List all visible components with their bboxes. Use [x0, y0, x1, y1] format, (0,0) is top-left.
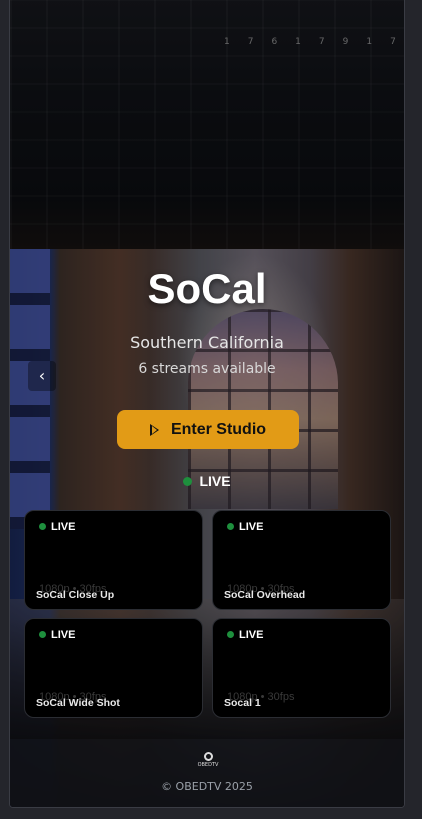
copyright-text: © OBEDTV 2025: [161, 780, 253, 793]
enter-studio-label: Enter Studio: [170, 420, 267, 438]
studio-title: SoCal: [147, 265, 267, 312]
live-dot-icon: [227, 630, 234, 638]
live-label: LIVE: [199, 473, 231, 489]
live-indicator: LIVE: [10, 473, 404, 489]
logo-circle-icon: [203, 752, 213, 761]
stream-live-label: LIVE: [239, 629, 264, 641]
streams-count: 6 streams available: [138, 361, 276, 377]
stream-live-label: LIVE: [239, 521, 264, 533]
stream-live-label: LIVE: [51, 629, 76, 641]
stream-live-label: LIVE: [51, 521, 76, 533]
obedtv-logo[interactable]: OBEDTV: [197, 752, 219, 770]
chevron-left-icon: ‹: [38, 366, 46, 385]
footer: OBEDTV © OBEDTV 2025: [10, 739, 404, 807]
stream-card[interactable]: LIVE 1080p • 30fps SoCal Close Up: [24, 510, 203, 610]
stream-card[interactable]: LIVE 1080p • 30fps SoCal Wide Shot: [24, 618, 203, 718]
stream-card[interactable]: LIVE 1080p • 30fps SoCal Overhead: [212, 510, 391, 610]
play-icon: [149, 423, 159, 436]
live-dot-icon: [183, 476, 193, 486]
live-dot-icon: [39, 522, 46, 530]
stream-name: SoCal Wide Shot: [36, 697, 120, 709]
studio-subtitle: Southern California: [130, 333, 284, 352]
live-dot-icon: [227, 522, 234, 530]
stream-name: SoCal Overhead: [224, 589, 306, 601]
studio-page: 17617917 SoCal Southern California 6 str…: [9, 0, 405, 808]
enter-studio-button[interactable]: Enter Studio: [117, 410, 299, 449]
stream-card[interactable]: LIVE 1080p • 30fps Socal 1: [212, 618, 391, 718]
live-dot-icon: [39, 630, 46, 638]
previous-studio-button[interactable]: ‹: [28, 361, 56, 391]
stream-name: SoCal Close Up: [36, 589, 115, 601]
stream-name: Socal 1: [224, 697, 261, 709]
logo-text: OBEDTV: [197, 762, 219, 768]
